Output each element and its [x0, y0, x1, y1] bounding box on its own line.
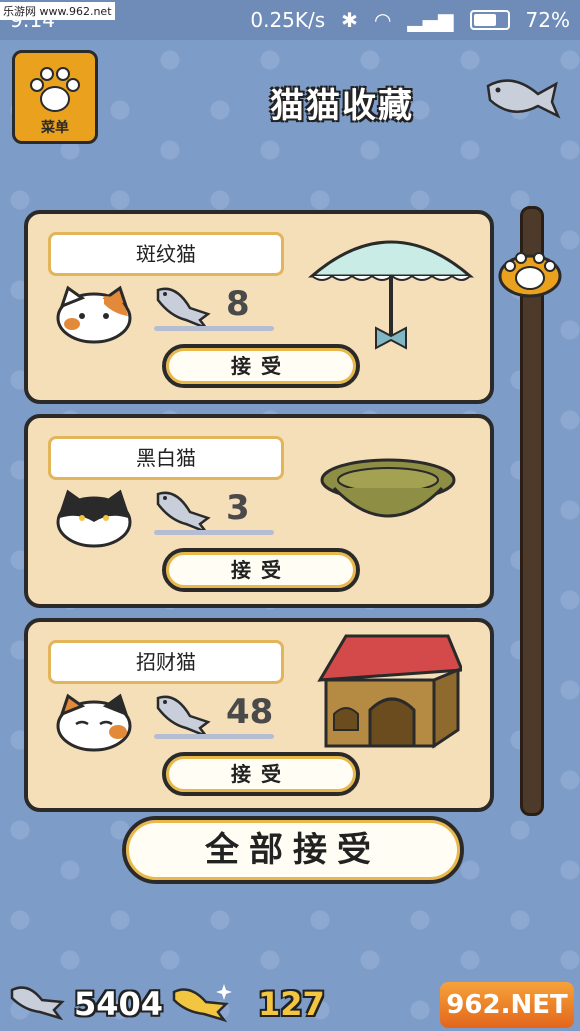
gold-fish-count: 127 [258, 985, 325, 1023]
silver-fish-icon [10, 986, 65, 1020]
paw-scroll-handle-icon[interactable] [495, 236, 565, 298]
page-title: 猫猫收藏 [270, 86, 414, 126]
fish-icon [156, 287, 211, 330]
fish-icon [156, 491, 211, 534]
divider [154, 734, 274, 739]
accept-button[interactable]: 接受 [162, 548, 360, 592]
watermark: 乐游网 www.962.net [0, 2, 115, 20]
signal-icon: ▂▄▆ [407, 8, 454, 32]
bowl-icon [320, 458, 456, 518]
paw-icon [30, 67, 80, 112]
fish-icon [156, 695, 211, 738]
black-white-cat-face [56, 489, 132, 548]
divider [154, 326, 274, 331]
network-speed: 0.25K/s [250, 8, 326, 32]
fish-count: 3 [226, 488, 250, 528]
site-logo: 962.NET [440, 982, 574, 1028]
bluetooth-icon: ✱ [341, 8, 358, 32]
cat-name: 黑白猫 [48, 436, 284, 480]
menu-button[interactable]: 菜单 [12, 50, 98, 144]
gold-fish-icon [172, 984, 232, 1023]
status-bar: 9:14 乐游网 www.962.net 0.25K/s ✱ ◠ ▂▄▆ 72% [0, 0, 580, 40]
umbrella-icon [307, 240, 475, 350]
fish-count: 48 [226, 692, 274, 732]
gift-card: 斑纹猫 8 接受 [24, 210, 494, 404]
gift-card: 招财猫 48 接受 [24, 618, 494, 812]
battery-level: 72% [525, 8, 570, 32]
cat-name: 斑纹猫 [48, 232, 284, 276]
gift-card: 黑白猫 3 接受 [24, 414, 494, 608]
silver-fish-count: 5404 [74, 985, 164, 1023]
fish-icon[interactable] [482, 72, 562, 122]
cat-name: 招财猫 [48, 640, 284, 684]
divider [154, 530, 274, 535]
cat-house-icon [317, 634, 462, 749]
menu-label: 菜单 [41, 120, 69, 136]
wifi-icon: ◠ [373, 8, 392, 32]
lucky-cat-face [56, 693, 132, 752]
calico-cat-face [56, 285, 132, 344]
battery-icon [469, 10, 510, 30]
accept-all-button[interactable]: 全部接受 [122, 816, 464, 884]
accept-button[interactable]: 接受 [162, 752, 360, 796]
fish-count: 8 [226, 284, 250, 324]
